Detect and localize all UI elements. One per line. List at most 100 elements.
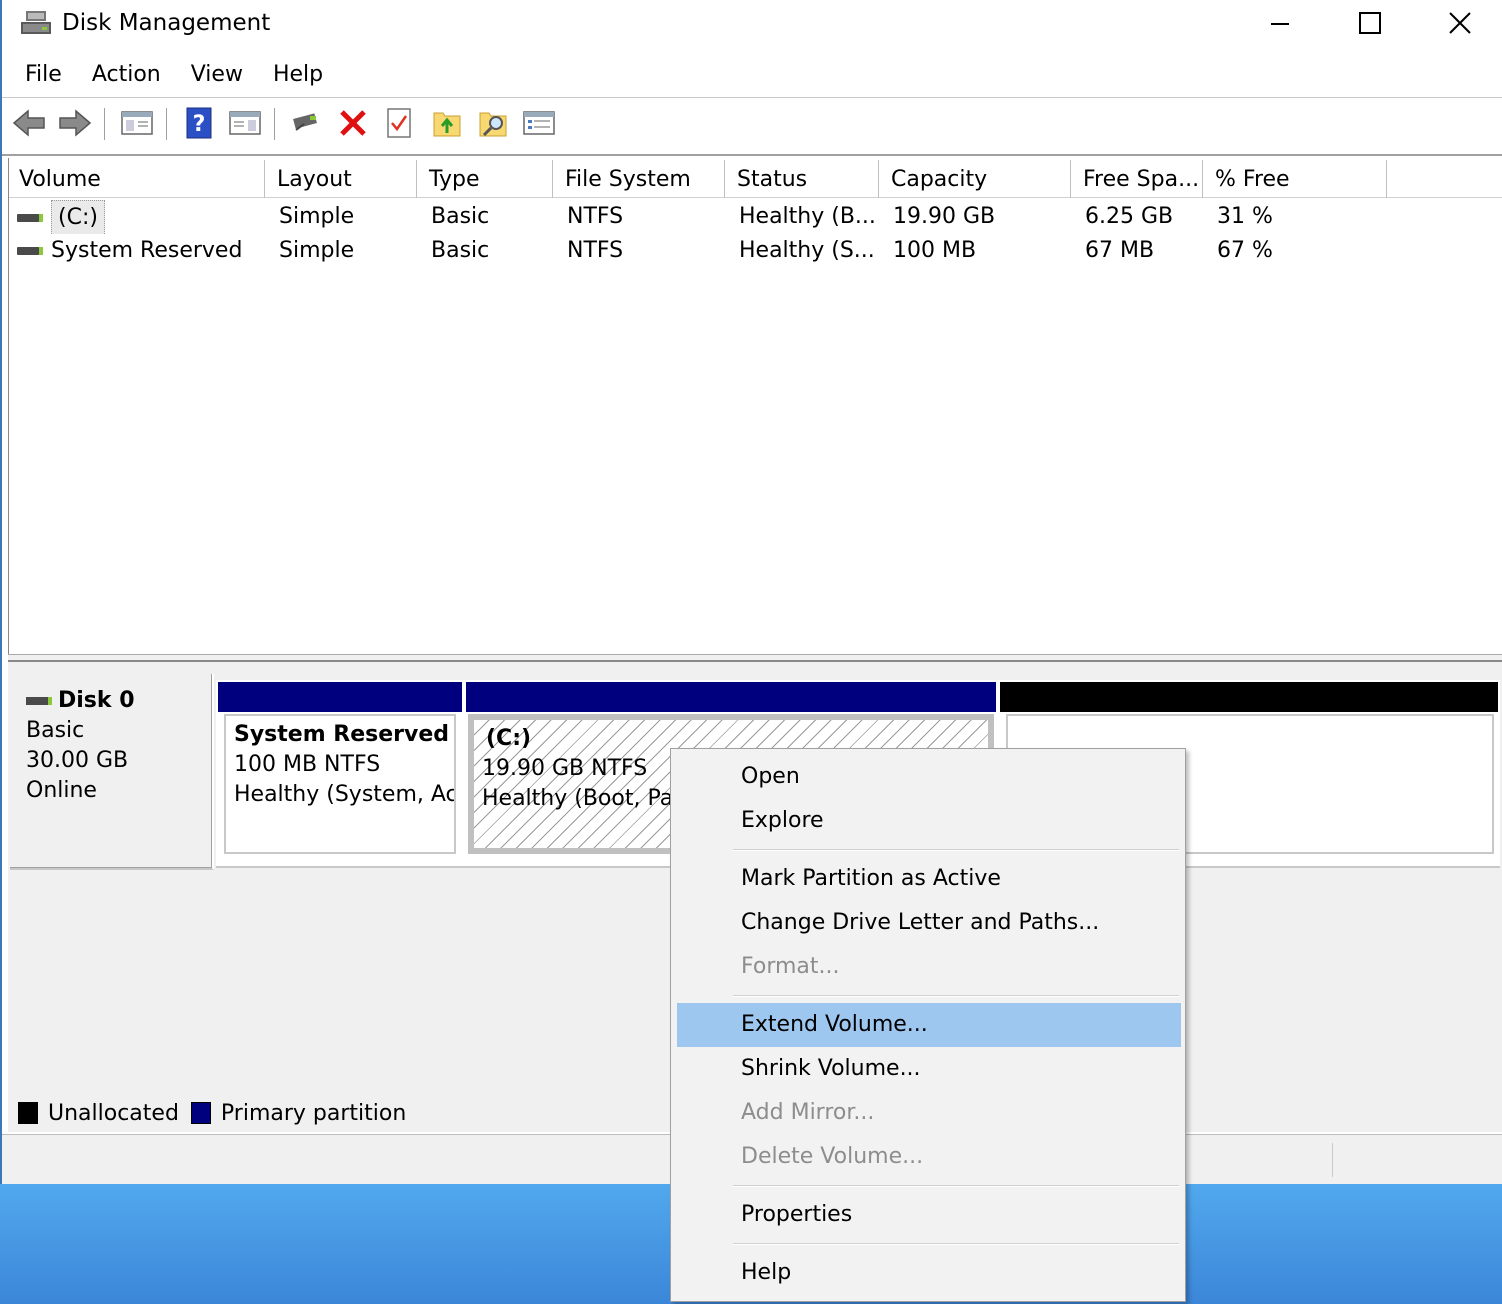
volume-row-c[interactable]: (C:) Simple Basic NTFS Healthy (B... 19.… — [9, 200, 1502, 234]
properties-icon — [385, 107, 413, 143]
show-console-tree-button[interactable] — [118, 106, 156, 144]
capacity-cell: 100 MB — [893, 238, 977, 263]
column-header-capacity[interactable]: Capacity — [881, 160, 1071, 198]
legend-primary: Primary partition — [190, 1100, 407, 1126]
partition-body: System Reserved 100 MB NTFS Healthy (Sys… — [224, 714, 456, 854]
menu-separator — [733, 849, 1179, 851]
legend-label: Unallocated — [48, 1100, 179, 1126]
disk-0-label[interactable]: Disk 0 Basic 30.00 GB Online — [10, 674, 214, 870]
menu-item-delete-volume: Delete Volume... — [741, 1144, 924, 1169]
volume-list-header: Volume Layout Type File System Status Ca… — [9, 160, 1502, 198]
title-bar[interactable]: Disk Management — [2, 0, 1502, 46]
menu-item-help[interactable]: Help — [677, 1251, 1181, 1295]
toolbar: ? — [2, 100, 1502, 150]
disk-name-row: Disk 0 — [26, 686, 212, 716]
disk-management-app-icon — [20, 8, 52, 38]
menu-separator — [733, 1243, 1179, 1245]
search-folder-icon — [477, 107, 509, 143]
partition-title: System Reserved — [234, 722, 450, 747]
help-icon: ? — [184, 107, 214, 143]
help-button[interactable]: ? — [180, 106, 218, 144]
partition-color-bar — [466, 682, 996, 712]
list-view-button[interactable] — [520, 106, 558, 144]
percent-free-cell: 31 % — [1217, 204, 1273, 229]
column-header-free-space[interactable]: Free Spa... — [1073, 160, 1203, 198]
pane-splitter[interactable] — [8, 654, 1502, 662]
show-hide-action-pane-button[interactable] — [226, 106, 264, 144]
free-space-cell: 67 MB — [1085, 238, 1155, 263]
volume-name: System Reserved — [51, 238, 243, 263]
partition-size-fs: 100 MB NTFS — [234, 752, 381, 777]
context-menu: Open Explore Mark Partition as Active Ch… — [670, 748, 1186, 1302]
free-space-cell: 6.25 GB — [1085, 204, 1174, 229]
connect-virtual-disk-button[interactable] — [288, 106, 326, 144]
up-one-level-button[interactable] — [428, 106, 466, 144]
disk-size: 30.00 GB — [26, 748, 129, 773]
up-folder-icon — [431, 107, 463, 143]
menu-item-add-mirror: Add Mirror... — [741, 1100, 875, 1125]
column-header-layout[interactable]: Layout — [267, 160, 417, 198]
fs-cell: NTFS — [567, 238, 624, 263]
volume-row-system-reserved[interactable]: System Reserved Simple Basic NTFS Health… — [9, 234, 1502, 268]
console-tree-icon — [120, 108, 154, 142]
properties-button[interactable] — [380, 106, 418, 144]
maximize-button[interactable] — [1326, 0, 1414, 46]
column-header-volume[interactable]: Volume — [9, 160, 265, 198]
menu-separator — [733, 1185, 1179, 1187]
legend: Unallocated Primary partition — [18, 1098, 418, 1128]
column-header-file-system[interactable]: File System — [555, 160, 725, 198]
menu-item-open[interactable]: Open — [677, 755, 1181, 799]
menu-item-explore[interactable]: Explore — [677, 799, 1181, 843]
status-cell: Healthy (S... — [739, 238, 875, 263]
back-arrow-icon — [12, 108, 46, 142]
menu-file[interactable]: File — [10, 56, 77, 94]
column-header-type[interactable]: Type — [419, 160, 553, 198]
column-header-percent-free[interactable]: % Free — [1205, 160, 1387, 198]
show-hide-icon — [228, 108, 262, 142]
layout-cell: Simple — [279, 238, 355, 263]
menu-item-extend-volume[interactable]: Extend Volume... — [677, 1003, 1181, 1047]
legend-label: Primary partition — [220, 1100, 407, 1126]
layout-cell: Simple — [279, 204, 355, 229]
list-view-icon — [522, 108, 556, 142]
menu-item-properties[interactable]: Properties — [677, 1193, 1181, 1237]
column-header-status[interactable]: Status — [727, 160, 879, 198]
volume-name: (C:) — [51, 200, 105, 234]
forward-button[interactable] — [56, 106, 94, 144]
close-button[interactable] — [1416, 0, 1502, 46]
menu-item-shrink-volume[interactable]: Shrink Volume... — [677, 1047, 1181, 1091]
menu-item-change-drive-letter[interactable]: Change Drive Letter and Paths... — [677, 901, 1181, 945]
back-button[interactable] — [10, 106, 48, 144]
unallocated-swatch — [18, 1102, 38, 1124]
partition-color-bar — [218, 682, 462, 712]
partition-system-reserved[interactable]: System Reserved 100 MB NTFS Healthy (Sys… — [218, 680, 462, 856]
delete-button[interactable] — [334, 106, 372, 144]
menu-action[interactable]: Action — [77, 56, 176, 94]
percent-free-cell: 67 % — [1217, 238, 1273, 263]
drive-icon — [17, 247, 43, 255]
disk-icon — [26, 697, 52, 705]
disk-state: Online — [26, 778, 97, 803]
menu-help[interactable]: Help — [258, 56, 338, 94]
menu-bar: File Action View Help — [2, 54, 1502, 96]
menu-item-format: Format... — [741, 954, 840, 979]
connect-icon — [290, 108, 324, 142]
forward-arrow-icon — [58, 108, 92, 142]
partition-status: Healthy (System, Active, Primary Partiti… — [234, 782, 454, 807]
volume-cell: (C:) — [17, 200, 267, 234]
minimize-button[interactable] — [1236, 0, 1324, 46]
status-cell: Healthy (B... — [739, 204, 876, 229]
menu-item-mark-active[interactable]: Mark Partition as Active — [677, 857, 1181, 901]
delete-icon — [338, 108, 368, 142]
toolbar-separator — [274, 108, 275, 140]
drive-icon — [17, 214, 43, 222]
find-button[interactable] — [474, 106, 512, 144]
menu-view[interactable]: View — [176, 56, 258, 94]
volume-cell: System Reserved — [17, 234, 267, 268]
disk-type: Basic — [26, 718, 85, 743]
menu-separator — [733, 995, 1179, 997]
partition-color-bar — [1000, 682, 1498, 712]
fs-cell: NTFS — [567, 204, 624, 229]
primary-swatch — [190, 1102, 211, 1124]
volume-list: Volume Layout Type File System Status Ca… — [8, 158, 1502, 654]
